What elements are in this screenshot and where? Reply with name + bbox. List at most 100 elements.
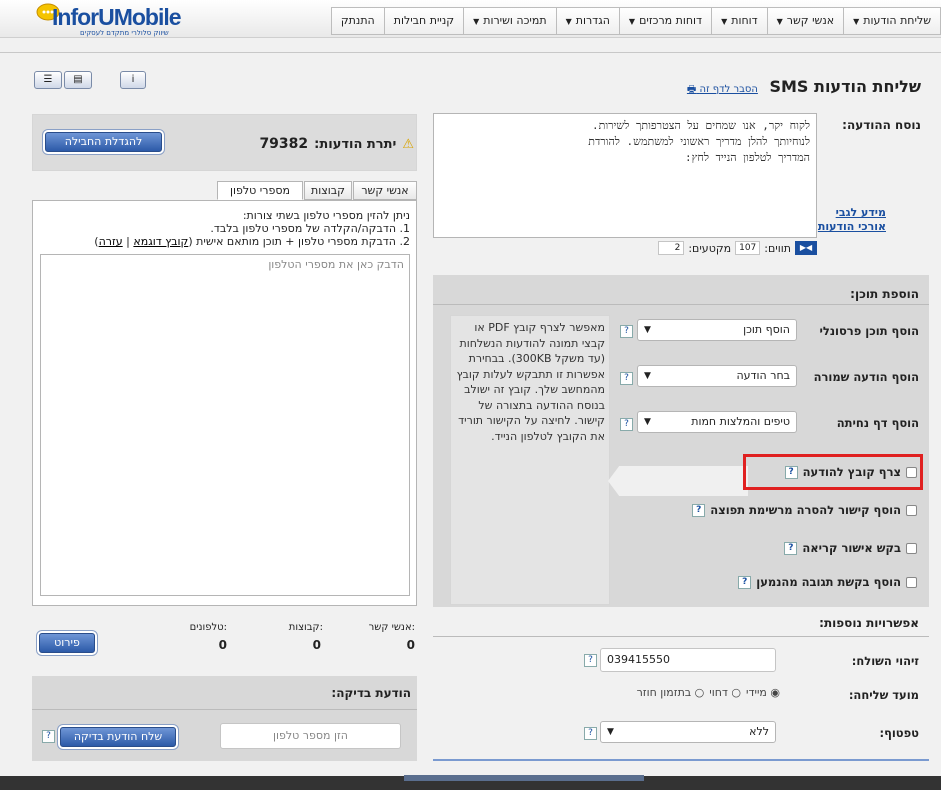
- sender-label: זיהוי השולח:: [851, 654, 919, 668]
- help-icon[interactable]: ?: [620, 325, 633, 338]
- read-receipt-option[interactable]: בקש אישור קריאה?: [784, 541, 917, 555]
- help-link[interactable]: הסבר לדף זה 🖶: [687, 84, 758, 95]
- chevron-down-icon: ▼: [644, 325, 651, 335]
- chevron-down-icon: ▼: [644, 417, 651, 427]
- scroll-arrows-icon[interactable]: ◀▶: [795, 241, 817, 255]
- help-icon: ?: [692, 503, 706, 517]
- phones-instructions: ניתן להזין מספרי טלפון בשתי צורות: 1. הד…: [40, 209, 410, 248]
- unsubscribe-checkbox[interactable]: [906, 504, 917, 516]
- info-link-1[interactable]: מידע לגבי: [836, 206, 886, 219]
- nav-item[interactable]: דוחות▼: [711, 7, 768, 35]
- radio-immediate[interactable]: ◉ מיידי: [746, 686, 780, 699]
- tooltip-pointer: [608, 466, 748, 496]
- message-textarea[interactable]: לקוח יקר, אנו שמחים על הצטרפותך לשירות. …: [433, 113, 817, 238]
- groups-count: 0: [312, 638, 321, 652]
- segments-count: 2: [658, 241, 685, 255]
- read-receipt-checkbox[interactable]: [906, 542, 917, 554]
- nav-item[interactable]: שליחת הודעות▼: [843, 7, 941, 35]
- main-nav: שליחת הודעות▼ אנשי קשר▼ דוחות▼ דוחות מרכזים…: [330, 7, 941, 35]
- balance-row: ⚠ יתרת הודעות: 79382: [259, 136, 414, 152]
- timing-radios: ◉ מיידי ○ דחוי ○ בתזמון חוזר: [590, 686, 780, 699]
- tab-phones[interactable]: מספרי טלפון: [217, 181, 303, 200]
- reply-request-checkbox[interactable]: [906, 576, 917, 588]
- more-options-title: אפשרויות נוספות:: [819, 616, 919, 630]
- send-test-button[interactable]: שלח הודעת בדיקה: [60, 727, 176, 747]
- radio-delayed[interactable]: ○ דחוי: [709, 686, 741, 699]
- warning-icon: ⚠: [402, 136, 414, 152]
- tab-contacts[interactable]: אנשי קשר: [353, 181, 417, 200]
- content-row-1-label: הוסף תוכן פרסונלי: [819, 324, 919, 338]
- divider: [433, 759, 929, 761]
- phones-count-label: טלפונים:: [189, 622, 227, 633]
- nav-item[interactable]: הגדרות▼: [555, 7, 620, 35]
- format-label: טפטוף:: [879, 726, 920, 740]
- brand-logo[interactable]: InforUMobile שיווק סלולרי מתקדם לעסקים: [34, 2, 204, 38]
- nav-item[interactable]: דוחות מרכזים▼: [618, 7, 713, 35]
- flag-icon[interactable]: ▤: [64, 71, 92, 89]
- divider: [433, 636, 929, 637]
- nav-item[interactable]: תמיכה ושירות▼: [463, 7, 557, 35]
- help-icon[interactable]: ?: [584, 654, 597, 667]
- saved-message-select[interactable]: בחר הודעה ▼: [637, 365, 797, 387]
- unsubscribe-option[interactable]: הוסף קישור להסרה מרשימת תפוצה?: [692, 503, 917, 517]
- help-link[interactable]: עזרה: [99, 235, 123, 248]
- phones-option-2: 2. הדבקת מספרי טלפון + תוכן מותאם אישית …: [94, 235, 410, 248]
- groups-count-label: קבוצות:: [288, 622, 323, 633]
- details-button[interactable]: פירוט: [39, 633, 95, 653]
- attach-tooltip: מאפשר לצרף קובץ PDF או קבצי תמונה להודעו…: [456, 321, 605, 443]
- print-icon: 🖶: [686, 84, 697, 95]
- chevron-down-icon: ▼: [628, 17, 636, 26]
- phones-intro: ניתן להזין מספרי טלפון בשתי צורות:: [242, 209, 410, 222]
- phones-option-1: 1. הדבקה/הקלדה של מספרי טלפון בלבד.: [210, 222, 410, 235]
- balance-label: יתרת הודעות:: [314, 136, 397, 152]
- info-link-2[interactable]: אורכי הודעות: [818, 220, 886, 233]
- scrollbar[interactable]: [404, 775, 644, 781]
- format-select[interactable]: ללא ▼: [600, 721, 776, 743]
- sender-input[interactable]: 039415550: [600, 648, 776, 672]
- message-label: נוסח ההודעה:: [842, 118, 921, 132]
- upgrade-button[interactable]: להגדלת החבילה: [45, 132, 162, 152]
- phones-textarea[interactable]: הדבק כאן את מספרי הטלפון: [40, 254, 410, 596]
- help-icon[interactable]: ?: [584, 727, 597, 740]
- help-icon[interactable]: ?: [42, 730, 55, 743]
- reply-request-option[interactable]: הוסף בקשת תגובה מהנמען?: [738, 575, 917, 589]
- landing-page-select[interactable]: טיפים והמלצות חמות ▼: [637, 411, 797, 433]
- nav-item[interactable]: אנשי קשר▼: [766, 7, 845, 35]
- radio-recurring[interactable]: ○ בתזמון חוזר: [637, 686, 705, 699]
- attach-checkbox[interactable]: [906, 466, 917, 478]
- brand-name: InforUMobile: [52, 4, 182, 30]
- help-icon[interactable]: ?: [620, 372, 633, 385]
- chevron-down-icon: ▼: [853, 17, 860, 26]
- content-row-3-label: הוסף דף נחיתה: [836, 416, 919, 430]
- sample-file-link[interactable]: קובץ דוגמא: [133, 235, 188, 248]
- timing-label: מועד שליחה:: [848, 688, 919, 702]
- chevron-down-icon: ▼: [776, 17, 783, 26]
- help-icon: ?: [784, 465, 798, 479]
- chars-count: 107: [735, 241, 761, 255]
- help-icon[interactable]: ?: [620, 418, 633, 431]
- align-icon[interactable]: ☰: [34, 71, 62, 89]
- segments-label: מקטעים:: [688, 241, 732, 255]
- personal-content-select[interactable]: הוסף תוכן ▼: [637, 319, 797, 341]
- content-row-2-label: הוסף הודעה שמורה: [813, 370, 919, 384]
- nav-item[interactable]: קניית חבילות: [383, 7, 465, 35]
- contacts-count: 0: [406, 638, 415, 652]
- chevron-down-icon: ▼: [473, 17, 480, 26]
- chevron-down-icon: ▼: [721, 17, 728, 26]
- test-phone-input[interactable]: הזן מספר טלפון: [220, 723, 401, 749]
- page-title: שליחת הודעות SMS הסבר לדף זה 🖶: [686, 77, 921, 96]
- divider: [0, 52, 941, 53]
- counter-row: ◀▶ תווים: 107 מקטעים: 2: [629, 241, 817, 255]
- chevron-down-icon: ▼: [565, 17, 572, 26]
- test-title: הודעת בדיקה:: [331, 686, 411, 700]
- info-icon[interactable]: i: [120, 71, 146, 89]
- tab-groups[interactable]: קבוצות: [304, 181, 352, 200]
- chevron-down-icon: ▼: [607, 727, 614, 737]
- brand-tagline: שיווק סלולרי מתקדם לעסקים: [80, 29, 169, 37]
- nav-item[interactable]: התנתק: [330, 7, 385, 35]
- attach-option[interactable]: צרף קובץ להודעה?: [784, 465, 917, 479]
- chevron-down-icon: ▼: [644, 371, 651, 381]
- chars-label: תווים:: [764, 241, 791, 255]
- contacts-count-label: אנשי קשר:: [368, 622, 415, 633]
- phones-count: 0: [218, 638, 227, 652]
